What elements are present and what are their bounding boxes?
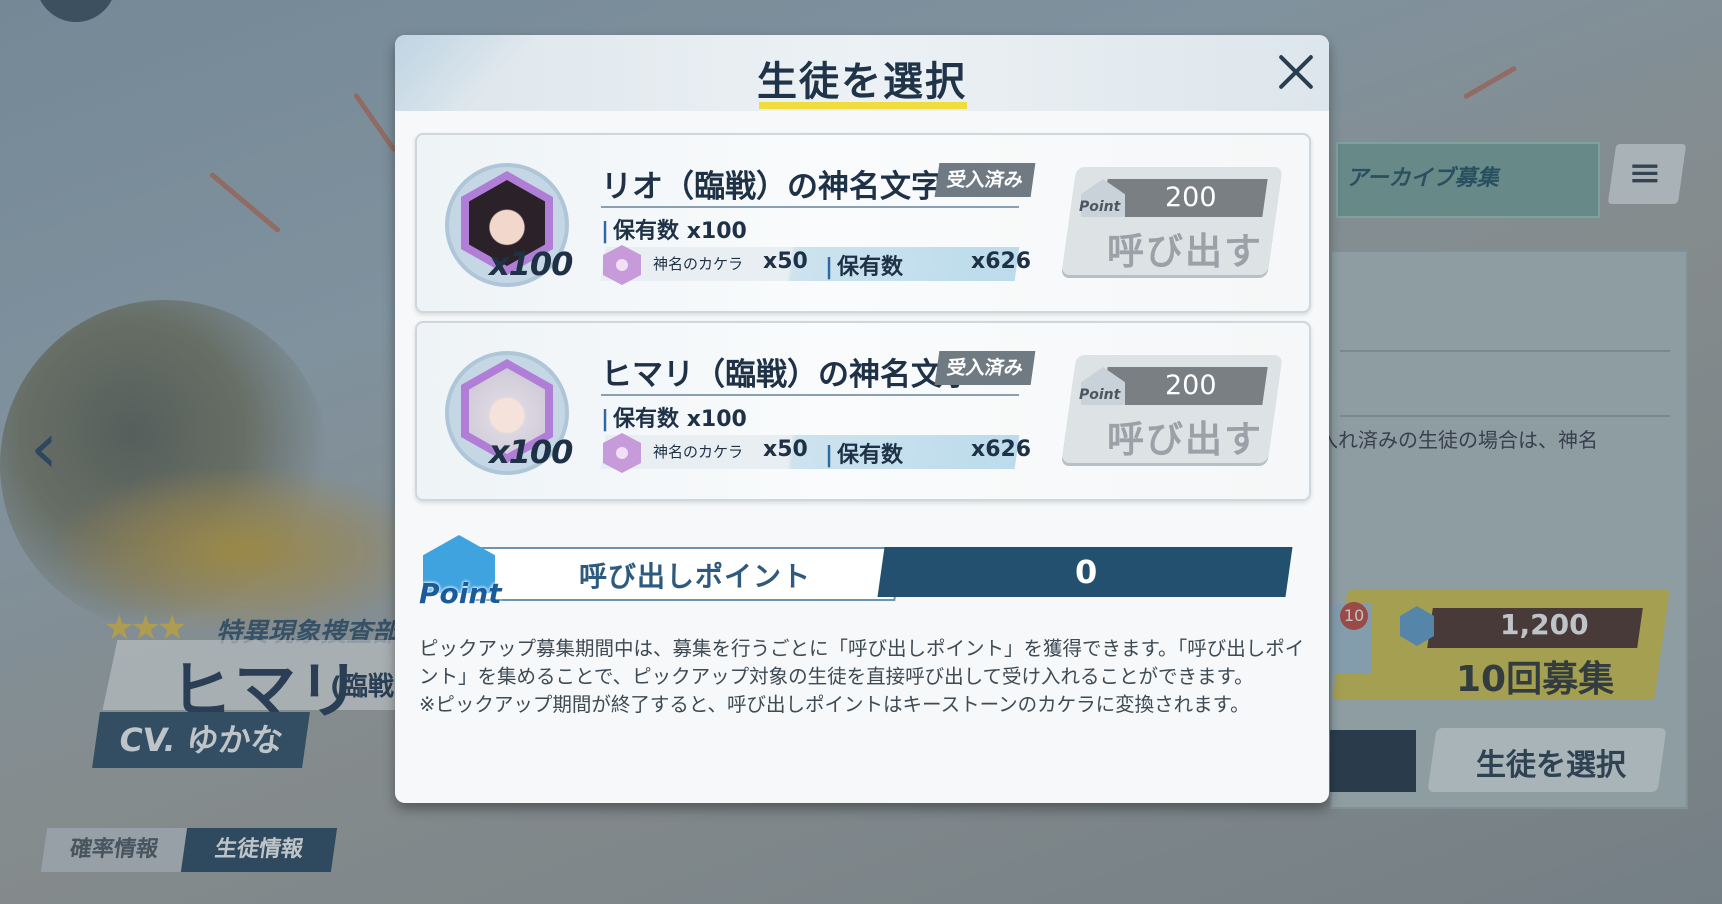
item-quantity: x100 [489, 433, 573, 471]
description-note: ※ピックアップ期間が終了すると、呼び出しポイントはキーストーンのカケラに変換され… [419, 693, 1250, 716]
bar-mark-icon: | [825, 255, 834, 280]
currency-owned-label-text: 保有数 [837, 255, 904, 280]
point-icon-text: Point [1079, 387, 1121, 403]
point-icon-text: Point [419, 577, 502, 610]
recruited-badge: 受入済み [934, 163, 1036, 197]
modal-title: 生徒を選択 [757, 59, 967, 105]
owned-count: | 保有数 x100 [601, 401, 747, 433]
currency-owned-label: | 保有数 [825, 249, 903, 281]
item-quantity: x100 [489, 245, 573, 283]
call-label: 呼び出す [1107, 230, 1263, 273]
item-name: リオ（臨戦）の神名文字 [601, 169, 942, 205]
eligma-fragment-icon-core [616, 259, 628, 271]
description-paragraph: ピックアップ募集期間中は、募集を行うごとに「呼び出しポイント」を獲得できます。「… [419, 637, 1305, 688]
currency-owned-label: | 保有数 [825, 437, 903, 469]
recruited-badge: 受入済み [934, 351, 1036, 385]
modal-header: 生徒を選択 [395, 35, 1329, 111]
currency-label: 神名のカケラ [653, 443, 744, 461]
owned-count-text: 保有数 x100 [613, 407, 747, 432]
divider [601, 206, 1019, 208]
call-label: 呼び出す [1107, 418, 1263, 461]
close-icon[interactable] [1273, 49, 1319, 95]
call-cost: 200 [1165, 182, 1217, 213]
point-icon-text: Point [1079, 199, 1121, 215]
student-card-rio: x100 リオ（臨戦）の神名文字 受入済み | 保有数 x100 神名のカケラ x… [415, 133, 1311, 313]
currency-cost: x50 [763, 437, 808, 462]
title-underline [759, 102, 967, 109]
currency-owned-label-text: 保有数 [837, 443, 904, 468]
bar-mark-icon: | [825, 443, 834, 468]
bar-mark-icon: | [601, 407, 610, 432]
call-cost: 200 [1165, 370, 1217, 401]
bar-mark-icon: | [601, 219, 610, 244]
currency-owned-value: x626 [971, 249, 1032, 274]
eligma-fragment-icon-core [616, 447, 628, 459]
student-card-himari: x100 ヒマリ（臨戦）の神名文字 受入済み | 保有数 x100 神名のカケラ … [415, 321, 1311, 501]
divider [601, 394, 1019, 396]
select-student-modal: 生徒を選択 x100 リオ（臨戦）の神名文字 受入済み | 保有数 x100 神名… [395, 35, 1329, 803]
item-name: ヒマリ（臨戦）の神名文字 [601, 357, 973, 393]
owned-count-text: 保有数 x100 [613, 219, 747, 244]
call-points-label: 呼び出しポイント [579, 560, 812, 593]
owned-count: | 保有数 x100 [601, 213, 747, 245]
call-points-value: 0 [1075, 553, 1098, 591]
currency-label: 神名のカケラ [653, 255, 744, 273]
currency-cost: x50 [763, 249, 808, 274]
description-text: ピックアップ募集期間中は、募集を行うごとに「呼び出しポイント」を獲得できます。「… [419, 635, 1309, 719]
currency-owned-value: x626 [971, 437, 1032, 462]
